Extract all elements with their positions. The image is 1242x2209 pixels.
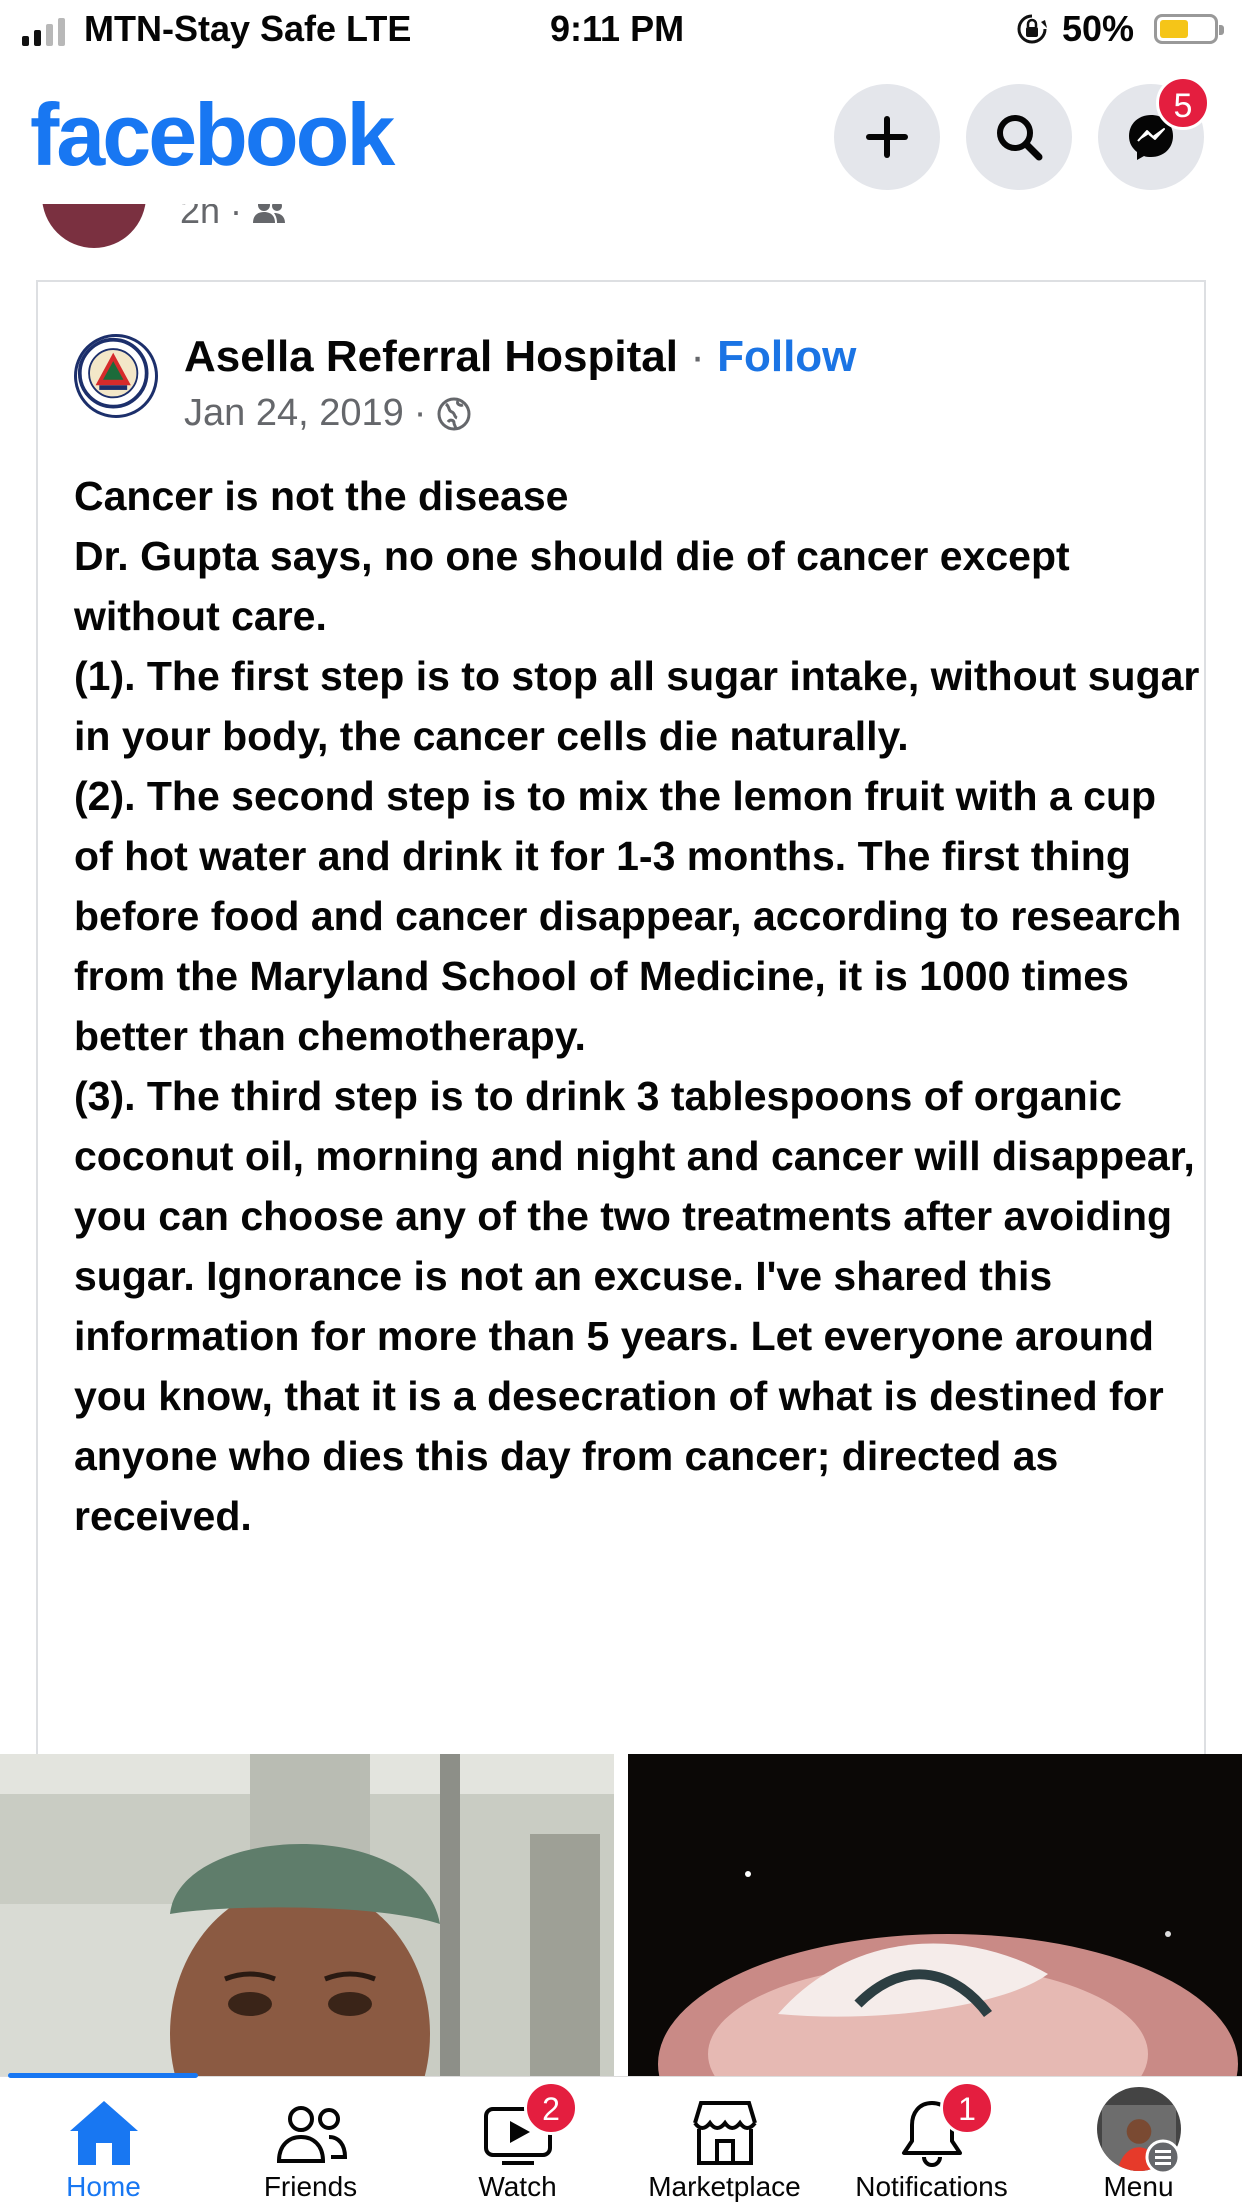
tab-home[interactable]: Home bbox=[0, 2077, 207, 2209]
doctor-photo bbox=[0, 1754, 614, 2076]
tab-label: Friends bbox=[263, 2171, 358, 2202]
post-text: Cancer is not the disease Dr. Gupta says… bbox=[74, 466, 1204, 1546]
watch-badge: 2 bbox=[524, 2081, 578, 2135]
carrier-label: MTN-Stay Safe LTE bbox=[84, 8, 412, 49]
battery-icon bbox=[1154, 14, 1224, 44]
tab-marketplace[interactable]: Marketplace bbox=[621, 2077, 828, 2209]
page-avatar[interactable] bbox=[74, 334, 158, 418]
post-paragraph: Dr. Gupta says, no one should die of can… bbox=[74, 533, 1070, 639]
tab-notifications[interactable]: 1 Notifications bbox=[828, 2077, 1035, 2209]
status-time: 9:11 PM bbox=[550, 8, 685, 49]
plus-icon bbox=[866, 116, 908, 158]
page-name[interactable]: Asella Referral Hospital bbox=[184, 332, 678, 381]
notifications-badge: 1 bbox=[940, 2081, 994, 2135]
tab-label: Home bbox=[66, 2171, 141, 2202]
home-icon bbox=[69, 2101, 138, 2165]
tab-menu[interactable]: Menu bbox=[1035, 2077, 1242, 2209]
messenger-badge: 5 bbox=[1156, 76, 1210, 130]
globe-icon bbox=[437, 397, 471, 430]
menu-hamburger-icon bbox=[1145, 2139, 1181, 2175]
rotation-lock-icon bbox=[1017, 14, 1047, 44]
tab-watch[interactable]: 2 Watch bbox=[414, 2077, 621, 2209]
tab-label: Watch bbox=[478, 2171, 557, 2202]
status-bar: MTN-Stay Safe LTE 9:11 PM 50% bbox=[0, 0, 1242, 64]
post-time: 2h bbox=[180, 204, 221, 231]
signal-icon bbox=[22, 18, 65, 46]
shared-post-card[interactable]: Asella Referral Hospital · Follow Jan 24… bbox=[36, 280, 1206, 1760]
search-button[interactable] bbox=[966, 84, 1072, 190]
post-paragraph: (1). The first step is to stop all sugar… bbox=[74, 653, 1200, 759]
hospital-logo-icon bbox=[77, 337, 149, 409]
create-button[interactable] bbox=[834, 84, 940, 190]
post-meta: 2h · bbox=[180, 204, 286, 232]
post-paragraph: Cancer is not the disease bbox=[74, 473, 569, 519]
post-photo-specimen[interactable] bbox=[628, 1754, 1242, 2076]
friends-icon bbox=[276, 2106, 347, 2163]
app-header: facebook 5 bbox=[0, 64, 1242, 204]
tab-label: Menu bbox=[1103, 2171, 1174, 2202]
post-photo-doctor[interactable] bbox=[0, 1754, 614, 2076]
post-meta: Jan 24, 2019 · bbox=[184, 392, 472, 435]
battery-percent: 50% bbox=[1062, 8, 1135, 49]
tab-label: Marketplace bbox=[648, 2171, 801, 2202]
follow-button[interactable]: Follow bbox=[717, 332, 856, 381]
page-name-line: Asella Referral Hospital · Follow bbox=[184, 332, 856, 382]
tab-friends[interactable]: Friends bbox=[207, 2077, 414, 2209]
previous-post-header: 2h · bbox=[0, 204, 1242, 264]
search-icon bbox=[997, 115, 1043, 161]
friends-audience-icon bbox=[253, 204, 286, 223]
marketplace-icon bbox=[692, 2101, 757, 2165]
post-date[interactable]: Jan 24, 2019 bbox=[184, 392, 404, 435]
bottom-tab-bar: Home Friends 2 Watch Marketplace 1 Notif… bbox=[0, 2073, 1242, 2209]
messenger-button[interactable]: 5 bbox=[1098, 76, 1210, 190]
separator: · bbox=[690, 332, 705, 381]
specimen-photo bbox=[628, 1754, 1242, 2076]
post-paragraph: (2). The second step is to mix the lemon… bbox=[74, 773, 1182, 1059]
facebook-logo[interactable]: facebook bbox=[30, 84, 395, 186]
post-paragraph: (3). The third step is to drink 3 tables… bbox=[74, 1073, 1195, 1539]
avatar[interactable] bbox=[42, 204, 146, 248]
tab-label: Notifications bbox=[855, 2171, 1008, 2202]
